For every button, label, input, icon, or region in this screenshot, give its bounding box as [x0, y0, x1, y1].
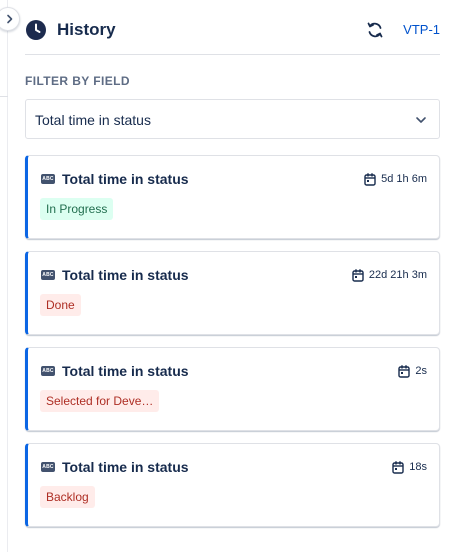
clock-icon: [26, 20, 46, 40]
history-entry: ABC Total time in status 5d 1h 6m In Pro…: [25, 155, 440, 239]
entry-duration: 2s: [398, 364, 427, 378]
text-field-icon: ABC: [41, 462, 55, 472]
entry-duration: 18s: [392, 460, 427, 474]
text-field-icon: ABC: [41, 366, 55, 376]
filter-field-select[interactable]: Total time in status: [25, 99, 440, 139]
entry-field-name: Total time in status: [62, 459, 189, 475]
refresh-icon: [367, 22, 383, 38]
chevron-down-icon: [416, 117, 426, 123]
filter-label: FILTER BY FIELD: [25, 74, 130, 88]
chevron-right-icon: [6, 14, 12, 24]
history-entry: ABC Total time in status 22d 21h 3m Done: [25, 251, 440, 335]
entry-field-name: Total time in status: [62, 171, 189, 187]
text-field-icon: ABC: [41, 270, 55, 280]
entry-duration-text: 22d 21h 3m: [368, 269, 427, 281]
calendar-icon: [352, 268, 364, 282]
history-entry: ABC Total time in status 18s Backlog: [25, 443, 440, 527]
entry-field-name: Total time in status: [62, 363, 189, 379]
status-lozenge: Selected for Deve…: [40, 390, 160, 412]
refresh-button[interactable]: [362, 17, 388, 43]
status-lozenge: Backlog: [40, 486, 95, 508]
entry-field-name: Total time in status: [62, 267, 189, 283]
collapse-panel-button[interactable]: [0, 7, 20, 31]
left-panel-edge: [0, 0, 8, 552]
history-panel: History VTP-1 FILTER BY FIELD Total time…: [25, 0, 440, 527]
status-lozenge: In Progress: [40, 198, 114, 220]
entry-duration: 5d 1h 6m: [364, 172, 427, 186]
panel-header: History VTP-1: [25, 0, 440, 55]
filter-select-value: Total time in status: [35, 112, 151, 128]
issue-key-link[interactable]: VTP-1: [403, 21, 440, 39]
status-lozenge: Done: [40, 294, 81, 316]
entry-duration-text: 5d 1h 6m: [381, 173, 427, 185]
panel-title: History: [57, 20, 116, 39]
history-entry: ABC Total time in status 2s Selected for…: [25, 347, 440, 431]
calendar-icon: [364, 172, 376, 186]
left-panel-divider: [0, 96, 8, 97]
calendar-icon: [392, 460, 404, 474]
entry-duration-text: 2s: [415, 365, 427, 377]
entry-duration: 22d 21h 3m: [352, 268, 427, 282]
text-field-icon: ABC: [41, 174, 55, 184]
entry-duration-text: 18s: [409, 461, 427, 473]
calendar-icon: [398, 364, 411, 378]
